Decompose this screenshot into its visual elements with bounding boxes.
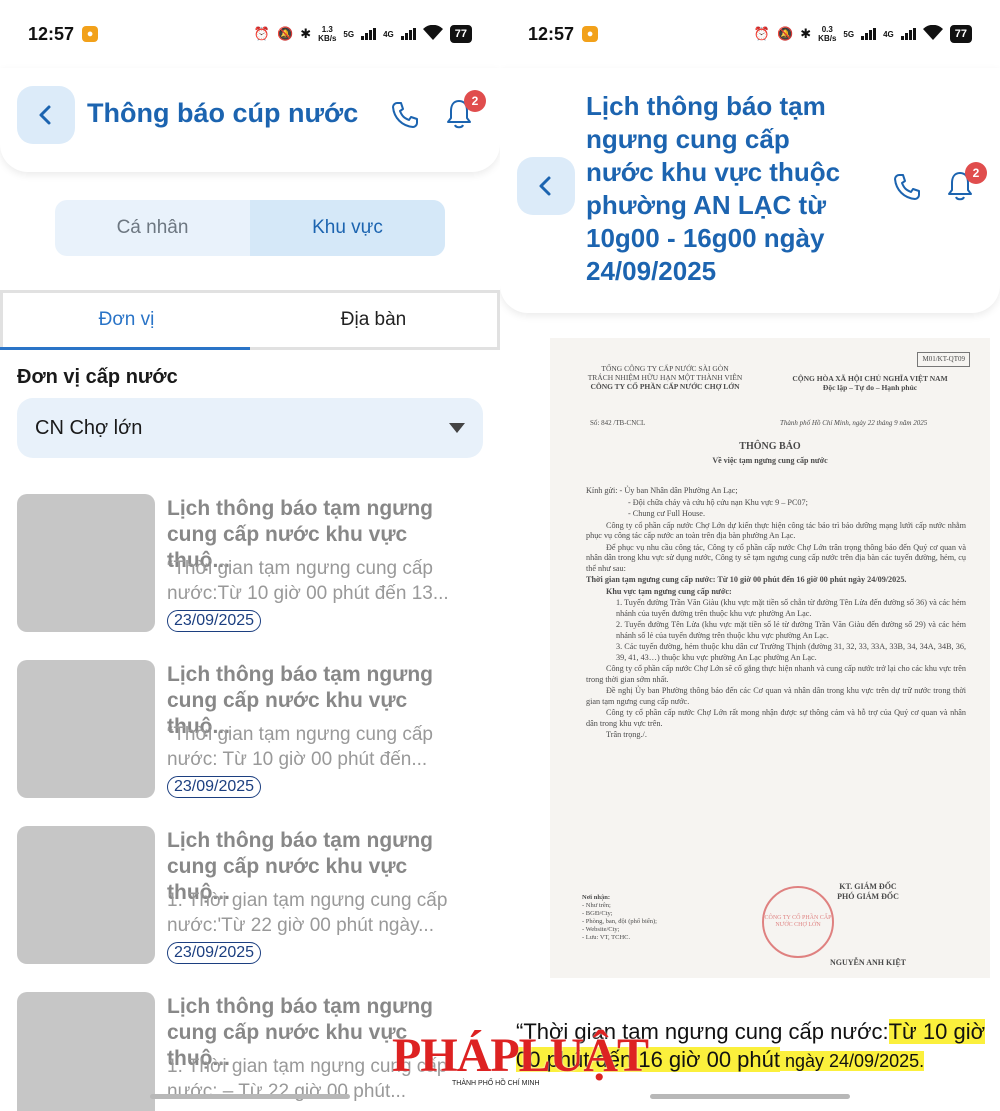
- page-title: Thông báo cúp nước: [87, 98, 359, 128]
- phone-icon[interactable]: [390, 100, 420, 130]
- item-date: 23/09/2025: [167, 610, 262, 632]
- doc-body: Kính gửi: - Ủy ban Nhân dân Phường An Lạ…: [586, 486, 966, 739]
- doc-organization: TỔNG CÔNG TY CẤP NƯỚC SÀI GÒN TRÁCH NHIỆ…: [587, 364, 743, 391]
- notice-document-image: M01/KT-QT09 TỔNG CÔNG TY CẤP NƯỚC SÀI GÒ…: [550, 338, 990, 978]
- tab-unit[interactable]: Đơn vị: [0, 293, 250, 350]
- dropdown-caret-icon: [449, 423, 465, 433]
- status-bar: 12:57 ● ⏰ 🔕 ✱ 1.3 KB/s 5G 4G 77: [0, 0, 500, 68]
- alarm-icon: ⏰: [753, 26, 771, 41]
- network-speed: 0.3 KB/s: [818, 25, 837, 43]
- doc-code: M01/KT-QT09: [917, 352, 970, 367]
- list-item[interactable]: Lịch thông báo tạm ngưng cung cấp nước k…: [17, 826, 487, 966]
- mute-icon: 🔕: [277, 26, 294, 41]
- item-desc: “Thời gian tạm ngưng cung cấp nước: Từ 1…: [167, 724, 433, 770]
- watermark-logo: PHÁPLUẬT THÀNH PHỐ HỒ CHÍ MINH: [392, 1029, 649, 1087]
- segment-control: Cá nhân Khu vực: [55, 200, 445, 256]
- doc-subtitle: Về việc tạm ngưng cung cấp nước: [712, 456, 828, 465]
- back-arrow-icon: [539, 176, 551, 196]
- item-desc: 1. Thời gian tạm ngưng cung cấp nước:'Từ…: [167, 890, 448, 936]
- status-time: 12:57: [28, 23, 75, 44]
- network-5g: 5G: [843, 29, 855, 39]
- doc-number: Số: 842 /TB-CNCL: [590, 419, 646, 427]
- back-arrow-icon: [39, 105, 51, 125]
- back-button[interactable]: [517, 157, 575, 215]
- network-4g: 4G: [383, 29, 394, 39]
- doc-title: THÔNG BÁO: [739, 441, 801, 452]
- sub-tabs: Đơn vị Địa bàn: [0, 290, 500, 350]
- network-speed: 1.3 KB/s: [318, 25, 337, 43]
- item-date: 23/09/2025: [167, 942, 262, 964]
- home-indicator[interactable]: [150, 1094, 350, 1099]
- segment-area[interactable]: Khu vực: [250, 200, 445, 256]
- status-time: 12:57: [528, 23, 575, 44]
- doc-place-date: Thành phố Hồ Chí Minh, ngày 22 tháng 9 n…: [780, 419, 928, 427]
- app-notification-icon: ●: [582, 26, 599, 42]
- network-5g: 5G: [343, 29, 355, 39]
- home-indicator[interactable]: [650, 1094, 850, 1099]
- thumbnail: [17, 826, 155, 964]
- list-item[interactable]: Lịch thông báo tạm ngưng cung cấp nước k…: [17, 494, 487, 634]
- segment-personal[interactable]: Cá nhân: [55, 200, 250, 256]
- signal-icon: [361, 28, 377, 40]
- alarm-icon: ⏰: [253, 26, 271, 41]
- select-value: CN Chợ lớn: [35, 416, 143, 439]
- item-date: 23/09/2025: [167, 776, 262, 798]
- app-header: Lịch thông báo tạm ngưng cung cấp nước k…: [500, 68, 1000, 313]
- thumbnail: [17, 660, 155, 798]
- signal-icon-2: [400, 28, 416, 40]
- left-screen: 12:57 ● ⏰ 🔕 ✱ 1.3 KB/s 5G 4G 77 Thông báo…: [0, 0, 500, 1111]
- thumbnail: [17, 494, 155, 632]
- doc-recipients: Nơi nhận: - Như trên; - BGĐ/Cty; - Phòng…: [582, 894, 657, 941]
- battery-icon: 77: [449, 25, 472, 43]
- item-desc: “Thời gian tạm ngưng cung cấp nước:Từ 10…: [167, 558, 449, 604]
- app-notification-icon: ●: [82, 26, 99, 42]
- bluetooth-icon: ✱: [800, 26, 812, 41]
- field-label: Đơn vị cấp nước: [17, 366, 178, 388]
- water-unit-select[interactable]: CN Chợ lớn: [17, 398, 483, 458]
- list-item[interactable]: Lịch thông báo tạm ngưng cung cấp nước k…: [17, 660, 487, 800]
- page-title: Lịch thông báo tạm ngưng cung cấp nước k…: [586, 91, 841, 286]
- network-4g: 4G: [883, 29, 894, 39]
- bluetooth-icon: ✱: [300, 26, 312, 41]
- back-button[interactable]: [17, 86, 75, 144]
- signal-icon: [861, 28, 877, 40]
- status-bar: 12:57 ● ⏰ 🔕 ✱ 0.3 KB/s 5G 4G 77: [500, 0, 1000, 68]
- doc-national-header: CỘNG HÒA XÃ HỘI CHỦ NGHĨA VIỆT NAM Độc l…: [792, 374, 948, 392]
- thumbnail: [17, 992, 155, 1111]
- phone-icon[interactable]: [892, 172, 922, 202]
- notification-button[interactable]: 2: [444, 90, 486, 134]
- signal-icon-2: [900, 28, 916, 40]
- notification-button[interactable]: 2: [945, 162, 987, 206]
- wifi-icon: [422, 24, 443, 44]
- app-header: Thông báo cúp nước 2: [0, 68, 500, 172]
- notification-badge: 2: [464, 90, 486, 112]
- doc-signer: NGUYỄN ANH KIỆT: [829, 958, 906, 967]
- notification-badge: 2: [965, 162, 987, 184]
- battery-icon: 77: [949, 25, 972, 43]
- right-screen: 12:57 ● ⏰ 🔕 ✱ 0.3 KB/s 5G 4G 77 Lịch thôn…: [500, 0, 1000, 1111]
- doc-signature-block: KT. GIÁM ĐỐC PHÓ GIÁM ĐỐC: [837, 882, 899, 901]
- tab-region[interactable]: Địa bàn: [250, 293, 497, 347]
- wifi-icon: [922, 24, 943, 44]
- mute-icon: 🔕: [777, 26, 794, 41]
